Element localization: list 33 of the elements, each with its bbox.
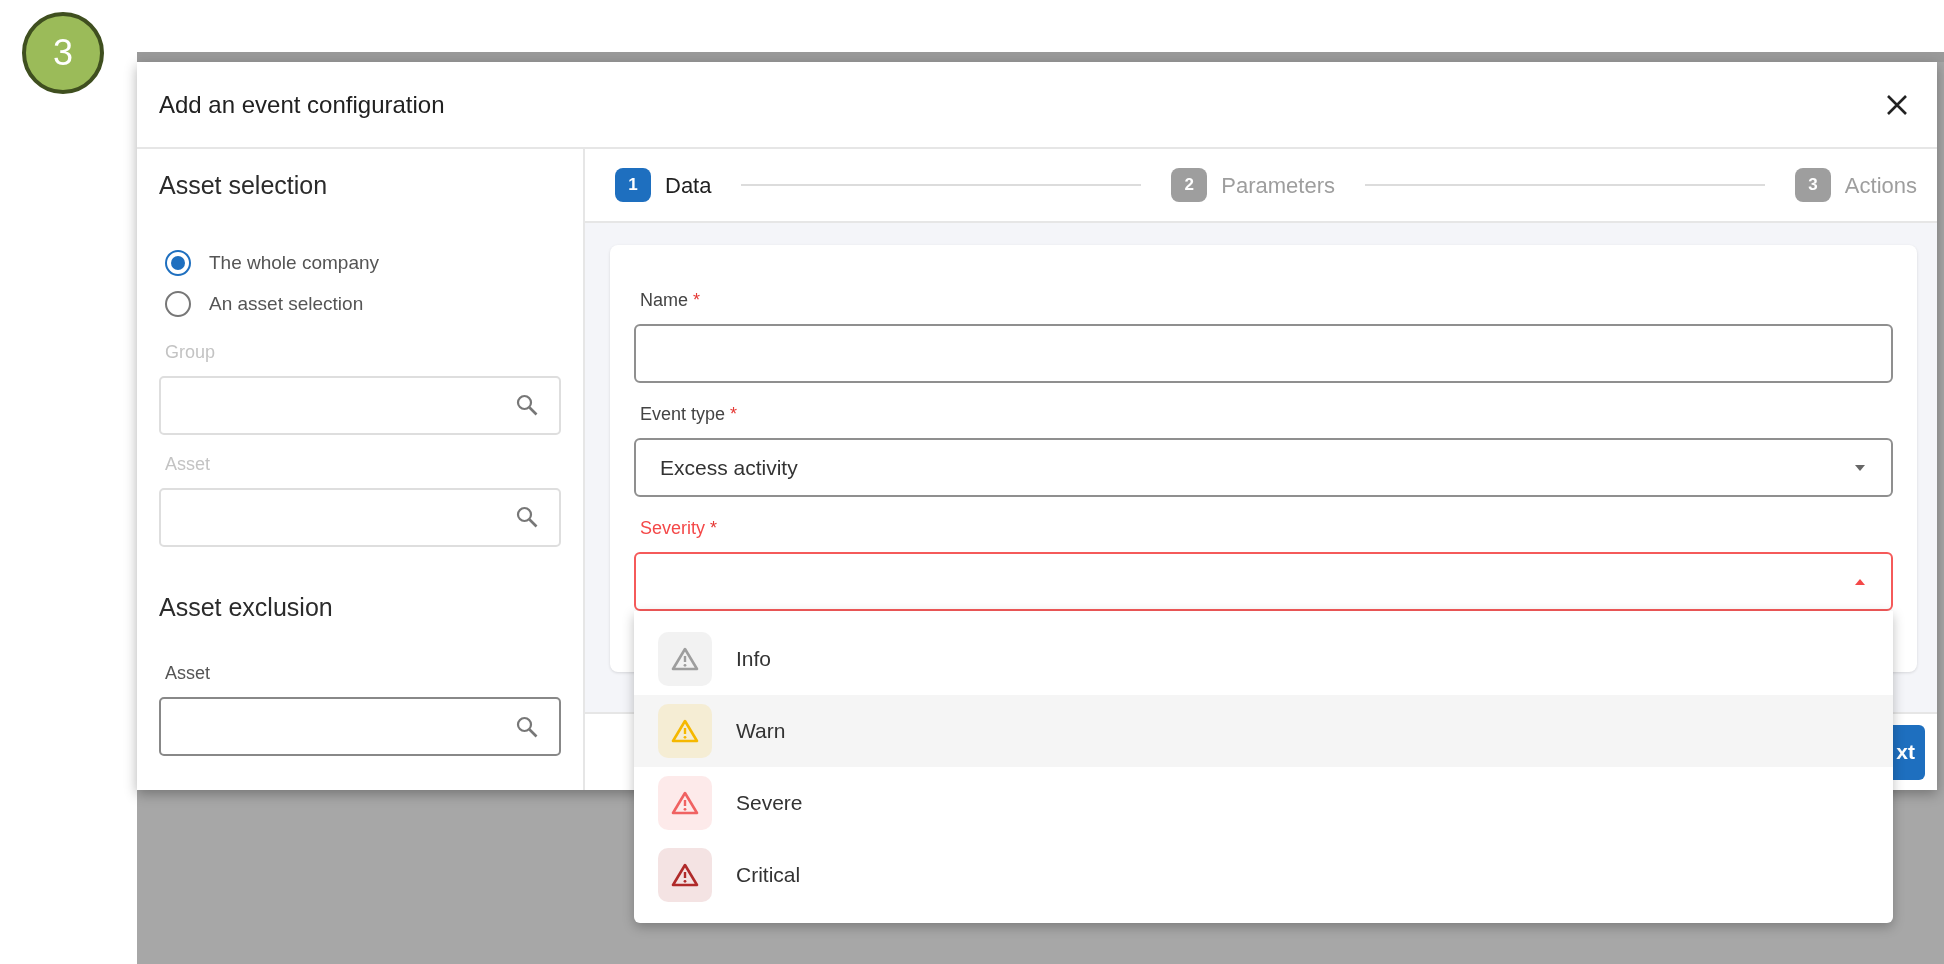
- radio-label: The whole company: [209, 250, 380, 275]
- step-number: 2: [1171, 168, 1208, 202]
- search-field[interactable]: [159, 697, 561, 756]
- section-heading: Asset selection: [159, 170, 329, 201]
- input-field[interactable]: [634, 324, 1893, 383]
- field-label: Severity *: [639, 517, 719, 540]
- select-field[interactable]: Excess activity: [634, 438, 1893, 497]
- radio-button[interactable]: [165, 291, 191, 317]
- step-number-badge: 3: [22, 12, 104, 94]
- dropdown-option[interactable]: Critical: [634, 839, 1893, 911]
- stepper-step[interactable]: 1 Data: [615, 168, 712, 202]
- section-heading: Asset exclusion: [159, 591, 334, 623]
- search-icon: [515, 714, 539, 739]
- dropdown-option[interactable]: Warn: [634, 695, 1893, 767]
- field-label: Event type *: [639, 403, 739, 426]
- search-icon: [515, 505, 539, 529]
- step-number: 1: [615, 168, 651, 202]
- caret-icon: [1853, 462, 1867, 473]
- radio-button[interactable]: [165, 250, 191, 276]
- dropdown-option[interactable]: Severe: [634, 767, 1893, 839]
- radio-label: An asset selection: [209, 291, 364, 316]
- step-number: 3: [1794, 168, 1831, 202]
- field-label: Name *: [639, 289, 702, 312]
- dropdown-option[interactable]: Info: [634, 623, 1893, 695]
- field-label: Asset: [164, 452, 212, 476]
- field-label: Asset: [164, 662, 212, 685]
- step-label: Parameters: [1221, 171, 1336, 200]
- step-label: Actions: [1844, 171, 1917, 200]
- search-icon: [515, 393, 539, 417]
- dialog-title: Add an event configuration: [159, 89, 445, 120]
- select-field[interactable]: [634, 552, 1893, 611]
- field-label: Group: [164, 340, 217, 364]
- step-label: Data: [665, 171, 712, 200]
